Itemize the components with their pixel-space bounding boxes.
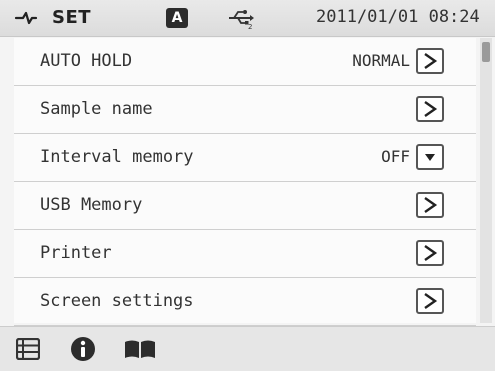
scrollbar[interactable] bbox=[480, 38, 492, 323]
book-icon[interactable] bbox=[124, 339, 156, 359]
dropdown-button[interactable] bbox=[416, 144, 444, 170]
triangle-down-icon bbox=[425, 154, 435, 161]
next-arrow-button[interactable] bbox=[416, 96, 444, 122]
row-label: USB Memory bbox=[40, 195, 143, 215]
svg-text:2: 2 bbox=[248, 23, 252, 30]
row-printer[interactable]: Printer bbox=[14, 230, 476, 278]
row-auto-hold[interactable]: AUTO HOLD NORMAL bbox=[14, 38, 476, 86]
row-label: AUTO HOLD bbox=[40, 51, 133, 71]
chevron-right-icon bbox=[424, 293, 438, 309]
list-icon[interactable] bbox=[16, 338, 40, 360]
usb-icon: 2 bbox=[229, 10, 254, 30]
page-title: SET bbox=[52, 7, 92, 28]
row-label: Printer bbox=[40, 243, 112, 263]
chevron-right-icon bbox=[424, 245, 438, 261]
row-label: Sample name bbox=[40, 99, 153, 119]
row-interval-memory[interactable]: Interval memory OFF bbox=[14, 134, 476, 182]
chevron-right-icon bbox=[424, 197, 438, 213]
row-sample-name[interactable]: Sample name bbox=[14, 86, 476, 134]
next-arrow-button[interactable] bbox=[416, 192, 444, 218]
header-bar: SET A 2 2011/01/01 08:24 bbox=[0, 0, 495, 37]
row-usb-memory[interactable]: USB Memory bbox=[14, 182, 476, 230]
scrollbar-thumb[interactable] bbox=[482, 42, 490, 62]
footer-bar bbox=[0, 326, 495, 371]
row-value: NORMAL bbox=[352, 51, 410, 70]
row-label: Interval memory bbox=[40, 147, 194, 167]
chevron-right-icon bbox=[424, 101, 438, 117]
settings-screen: SET A 2 2011/01/01 08:24 AUTO HOLD NORMA… bbox=[0, 0, 495, 371]
row-value: OFF bbox=[381, 147, 410, 166]
datetime-display: 2011/01/01 08:24 bbox=[316, 7, 480, 27]
wrench-icon bbox=[14, 11, 38, 25]
settings-list: AUTO HOLD NORMAL Sample name Interval me… bbox=[14, 38, 476, 326]
next-arrow-button[interactable] bbox=[416, 288, 444, 314]
info-icon[interactable] bbox=[70, 336, 96, 362]
mode-badge: A bbox=[166, 8, 188, 28]
row-screen-settings[interactable]: Screen settings bbox=[14, 278, 476, 326]
row-label: Screen settings bbox=[40, 291, 194, 311]
next-arrow-button[interactable] bbox=[416, 48, 444, 74]
next-arrow-button[interactable] bbox=[416, 240, 444, 266]
chevron-right-icon bbox=[424, 53, 438, 69]
